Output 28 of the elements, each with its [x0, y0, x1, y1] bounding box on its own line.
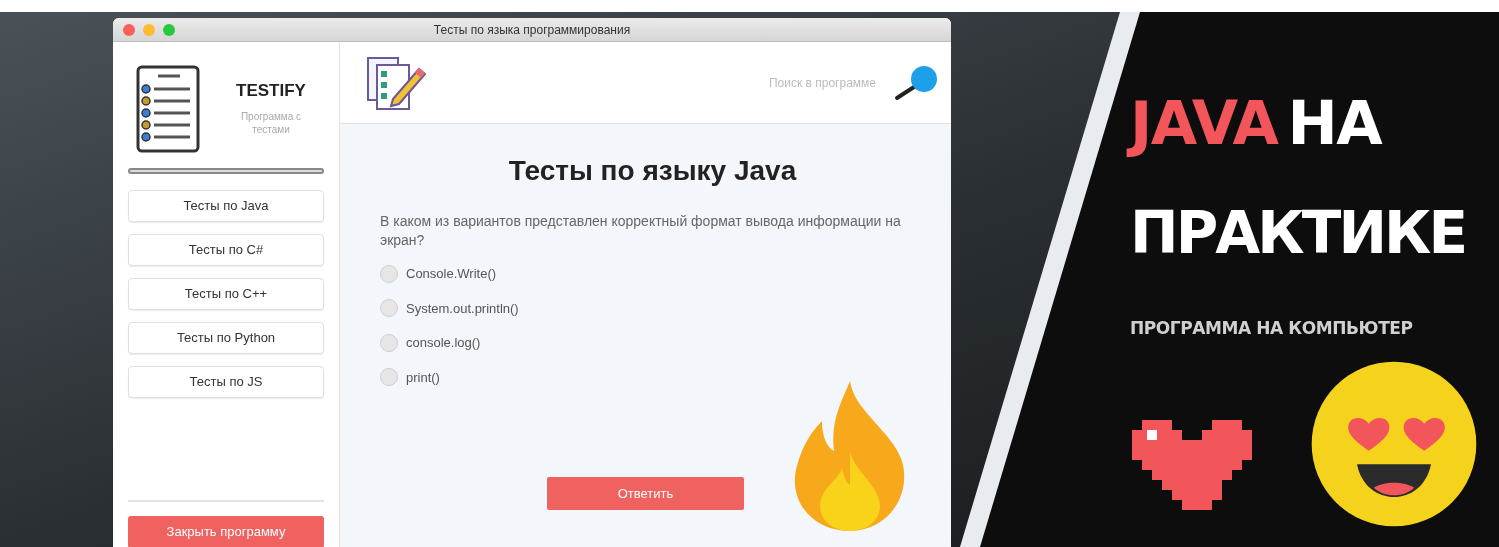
question-text: В каком из вариантов представлен корректный формат вывода информации на экран? — [380, 212, 902, 250]
close-window-button[interactable] — [123, 24, 135, 36]
banner-headline: НА — [1287, 88, 1382, 158]
banner-headline: ПРАКТИКЕ — [1130, 198, 1466, 268]
sidebar-item[interactable]: Тесты по C# — [128, 234, 324, 266]
option-label: console.log() — [406, 334, 481, 352]
radio-button[interactable] — [380, 299, 398, 318]
sidebar-item[interactable]: Тесты по JS — [128, 366, 324, 398]
zoom-window-button[interactable] — [163, 24, 175, 36]
radio-button[interactable] — [380, 333, 398, 352]
option-label: Console.Write() — [406, 265, 497, 283]
option-label: System.out.println() — [406, 299, 519, 318]
search-icon[interactable] — [894, 63, 940, 102]
radio-button[interactable] — [380, 368, 398, 387]
option-label: print() — [406, 368, 440, 387]
heart-eyes-emoji-icon — [1310, 360, 1478, 528]
sidebar-item[interactable]: Тесты по C++ — [128, 278, 324, 310]
minimize-window-button[interactable] — [143, 24, 155, 36]
window-title: Тесты по языка программирования — [433, 21, 631, 39]
quiz-heading: Тесты по языку Java — [507, 154, 798, 188]
radio-button[interactable] — [380, 264, 398, 283]
search-field[interactable]: Поиск в программе — [716, 73, 876, 92]
banner-subtitle: ПРОГРАММА НА КОМПЬЮТЕР — [1130, 317, 1414, 340]
app-subtitle: Программа с тестами — [239, 109, 303, 136]
test-sheet-pencil-icon — [365, 54, 427, 111]
sidebar-item[interactable]: Тесты по Python — [128, 322, 324, 354]
app-name: TESTIFY — [236, 80, 306, 103]
sidebar-item[interactable]: Тесты по Java — [128, 190, 324, 222]
